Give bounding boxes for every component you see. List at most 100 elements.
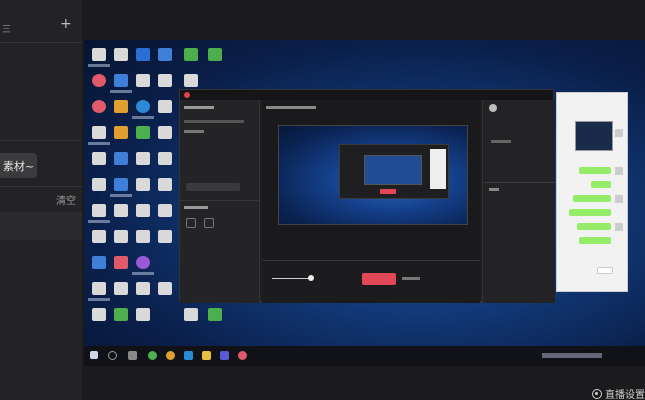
icon-label (110, 90, 132, 93)
volume-knob[interactable] (308, 275, 314, 281)
app-icon (114, 256, 128, 269)
file-icon (114, 230, 128, 243)
search-icon[interactable] (108, 351, 117, 360)
right-panel (482, 100, 556, 303)
divider (0, 42, 82, 43)
folder-icon[interactable] (202, 351, 211, 360)
file-icon (136, 204, 150, 217)
file-icon (136, 178, 150, 191)
icon-label (88, 64, 110, 67)
file-icon (92, 152, 106, 165)
file-icon (158, 74, 172, 87)
record-icon (592, 388, 602, 399)
nested-preview (364, 155, 422, 185)
message-bubble (577, 223, 611, 230)
file-icon (208, 48, 222, 61)
divider (0, 186, 82, 187)
avatar (615, 223, 623, 231)
file-icon (158, 126, 172, 139)
app-icon (92, 74, 106, 87)
list-item[interactable] (0, 212, 82, 240)
file-icon (136, 230, 150, 243)
panel-row (491, 140, 511, 143)
preview-heading (266, 106, 316, 109)
file-icon (136, 308, 150, 321)
app-icon (114, 308, 128, 321)
nested-preview (278, 125, 468, 225)
clear-button[interactable]: 清空 (56, 192, 76, 207)
file-icon (114, 48, 128, 61)
divider (483, 182, 556, 183)
app-icon (114, 126, 128, 139)
watermark: 直播设置 (592, 386, 645, 400)
divider (180, 200, 260, 201)
control-bar (262, 260, 480, 303)
camera-icon[interactable] (186, 218, 196, 228)
app-icon (136, 126, 150, 139)
watermark-text: 直播设置 (605, 390, 645, 400)
avatar (615, 129, 623, 137)
avatar[interactable] (489, 104, 497, 112)
volume-slider[interactable] (272, 278, 312, 279)
file-icon (136, 152, 150, 165)
add-source-button[interactable] (186, 183, 240, 191)
browser-icon[interactable] (148, 351, 157, 360)
icon-label (88, 142, 110, 145)
app-icon[interactable] (220, 351, 229, 360)
file-icon (184, 308, 198, 321)
icon-label (132, 116, 154, 119)
nested-app-window (339, 144, 449, 199)
send-button[interactable] (597, 267, 613, 274)
task-view-icon[interactable] (128, 351, 137, 360)
panel-row (184, 120, 244, 123)
panel-heading (489, 188, 499, 191)
window-icon[interactable] (204, 218, 214, 228)
file-icon (158, 48, 172, 61)
message-bubble (591, 181, 611, 188)
file-icon (158, 282, 172, 295)
file-icon (184, 74, 198, 87)
file-icon (114, 282, 128, 295)
scene-panel (180, 100, 260, 303)
file-icon (92, 230, 106, 243)
tray-icons[interactable] (542, 353, 602, 358)
file-icon (208, 308, 222, 321)
icon-label (110, 194, 132, 197)
preview-desktop (84, 40, 645, 366)
panel-row (184, 130, 204, 133)
panel-heading (184, 206, 208, 209)
file-icon (136, 48, 150, 61)
file-icon (92, 178, 106, 191)
file-icon (136, 74, 150, 87)
file-icon (92, 256, 106, 269)
message-bubble (579, 237, 611, 244)
start-icon[interactable] (90, 351, 98, 359)
file-icon (92, 204, 106, 217)
file-icon (114, 152, 128, 165)
file-icon (158, 204, 172, 217)
file-icon (92, 308, 106, 321)
file-icon (114, 178, 128, 191)
icon-label (88, 220, 110, 223)
app-icon[interactable] (184, 351, 193, 360)
file-icon (158, 230, 172, 243)
app-logo-icon (184, 92, 190, 98)
start-live-button[interactable] (362, 273, 396, 285)
streaming-app-window (179, 89, 556, 303)
browser-icon[interactable] (166, 351, 175, 360)
app-window: 三 + 素材~ 清空 直播设置 (0, 0, 645, 400)
app-icon[interactable] (238, 351, 247, 360)
avatar (615, 195, 623, 203)
panel-heading (184, 106, 214, 109)
file-icon (158, 178, 172, 191)
icon-label (132, 272, 154, 275)
status-text (402, 277, 420, 280)
icon-label (88, 298, 110, 301)
file-icon (92, 282, 106, 295)
file-icon (92, 126, 106, 139)
plus-icon[interactable]: + (60, 16, 72, 32)
add-material-button[interactable]: 素材~ (0, 153, 37, 178)
file-icon (158, 152, 172, 165)
menu-text: 三 (2, 25, 12, 35)
avatar (615, 167, 623, 175)
